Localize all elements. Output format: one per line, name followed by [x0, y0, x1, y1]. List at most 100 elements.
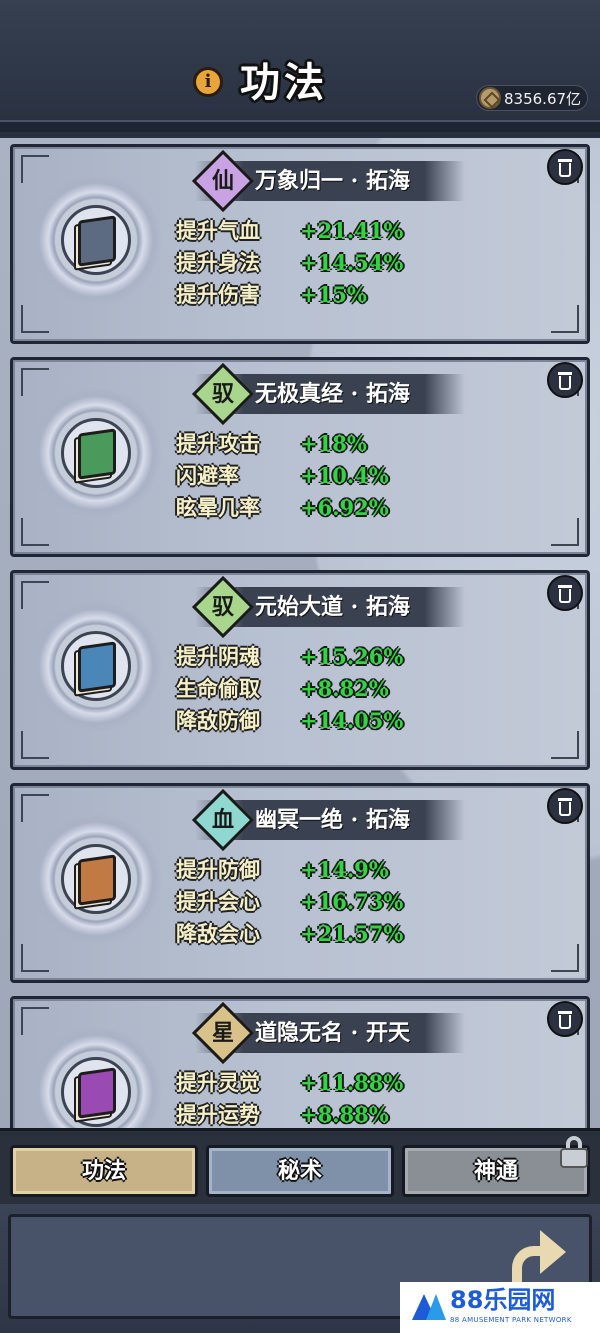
stat-label: 降敌防御 — [176, 708, 260, 733]
stat-value: +21.41% — [300, 218, 404, 243]
skill-list[interactable]: 仙 万象归一 · 拓海 提升气血 +21.41% 提升身法 +14.54% 提升… — [0, 138, 600, 1128]
tier-label: 驭 — [211, 381, 234, 407]
tab-mishu[interactable]: 秘术 — [206, 1145, 394, 1197]
stat-label: 提升身法 — [176, 250, 260, 275]
ornament-corner — [551, 305, 579, 333]
stat-label: 闪避率 — [176, 463, 239, 488]
ornament-corner — [21, 944, 49, 972]
stat-value: +15% — [300, 282, 367, 307]
ornament-corner — [21, 305, 49, 333]
stat-value: +14.9% — [300, 857, 389, 882]
stat-row: 提升会心 +16.73% — [176, 886, 496, 918]
tier-label: 星 — [211, 1020, 234, 1046]
book-icon — [61, 631, 131, 701]
stat-label: 生命偷取 — [176, 676, 260, 701]
stat-label: 提升气血 — [176, 218, 260, 243]
stat-label: 提升运势 — [176, 1102, 260, 1127]
ornament-corner — [551, 731, 579, 759]
watermark-subtext: 88 AMUSEMENT PARK NETWORK — [450, 1316, 572, 1324]
stat-value: +8.82% — [300, 676, 389, 701]
stat-row: 提升阴魂 +15.26% — [176, 641, 496, 673]
stat-row: 提升气血 +21.41% — [176, 215, 496, 247]
ornament-corner — [21, 581, 49, 609]
coin-icon — [479, 87, 501, 109]
stat-label: 提升防御 — [176, 857, 260, 882]
skill-name: 无极真经 · 拓海 — [255, 381, 410, 407]
book-frame — [31, 175, 161, 305]
lock-icon — [560, 1136, 588, 1168]
currency-display: 8356.67亿 — [476, 85, 588, 111]
tier-label: 驭 — [211, 594, 234, 620]
back-arrow-icon[interactable] — [500, 1224, 570, 1290]
ornament-corner — [21, 368, 49, 396]
skill-name: 元始大道 · 拓海 — [255, 594, 410, 620]
stat-value: +16.73% — [300, 889, 404, 914]
page-title: 功法 — [240, 59, 328, 106]
stat-row: 提升灵觉 +11.88% — [176, 1067, 496, 1099]
skill-name: 道隐无名 · 开天 — [255, 1020, 410, 1046]
stat-label: 眩晕几率 — [176, 495, 260, 520]
stat-value: +10.4% — [300, 463, 389, 488]
stat-row: 提升身法 +14.54% — [176, 247, 496, 279]
header: i 功法 8356.67亿 — [0, 0, 600, 138]
tab-gongfa[interactable]: 功法 — [10, 1145, 198, 1197]
ornament-corner — [21, 155, 49, 183]
stat-value: +15.26% — [300, 644, 404, 669]
stat-label: 提升会心 — [176, 889, 260, 914]
skill-name: 万象归一 · 拓海 — [255, 168, 410, 194]
skill-card: 仙 万象归一 · 拓海 提升气血 +21.41% 提升身法 +14.54% 提升… — [10, 144, 590, 344]
trash-icon[interactable] — [547, 362, 583, 398]
stat-value: +8.88% — [300, 1102, 389, 1127]
stat-row: 眩晕几率 +6.92% — [176, 492, 496, 524]
book-frame — [31, 601, 161, 731]
ornament-corner — [551, 944, 579, 972]
stat-value: +18% — [300, 431, 367, 456]
stat-label: 提升阴魂 — [176, 644, 260, 669]
skill-card: 血 幽冥一绝 · 拓海 提升防御 +14.9% 提升会心 +16.73% 降敌会… — [10, 783, 590, 983]
skill-card: 驭 元始大道 · 拓海 提升阴魂 +15.26% 生命偷取 +8.82% 降敌防… — [10, 570, 590, 770]
ornament-corner — [21, 731, 49, 759]
book-frame — [31, 1027, 161, 1128]
stat-value: +14.54% — [300, 250, 404, 275]
tier-label: 血 — [211, 807, 234, 833]
ornament-corner — [21, 794, 49, 822]
tab-bar: 功法 秘术 神通 — [0, 1128, 600, 1204]
tier-label: 仙 — [211, 168, 234, 194]
skill-card: 驭 无极真经 · 拓海 提升攻击 +18% 闪避率 +10.4% 眩晕几率 +6… — [10, 357, 590, 557]
trash-icon[interactable] — [547, 788, 583, 824]
stat-label: 提升灵觉 — [176, 1070, 260, 1095]
stat-value: +6.92% — [300, 495, 389, 520]
skill-card: 星 道隐无名 · 开天 提升灵觉 +11.88% 提升运势 +8.88% — [10, 996, 590, 1128]
stat-row: 提升运势 +8.88% — [176, 1099, 496, 1128]
trash-icon[interactable] — [547, 149, 583, 185]
stat-row: 生命偷取 +8.82% — [176, 673, 496, 705]
book-frame — [31, 388, 161, 518]
skill-name: 幽冥一绝 · 拓海 — [255, 807, 410, 833]
stat-row: 闪避率 +10.4% — [176, 460, 496, 492]
trash-icon[interactable] — [547, 575, 583, 611]
stat-row: 提升攻击 +18% — [176, 428, 496, 460]
stat-row: 降敌会心 +21.57% — [176, 918, 496, 950]
ornament-corner — [21, 1007, 49, 1035]
book-icon — [61, 205, 131, 275]
stat-value: +11.88% — [300, 1070, 404, 1095]
info-icon[interactable]: i — [193, 67, 223, 97]
ornament-corner — [551, 518, 579, 546]
currency-amount: 8356.67亿 — [504, 90, 582, 108]
stat-row: 降敌防御 +14.05% — [176, 705, 496, 737]
stat-label: 提升攻击 — [176, 431, 260, 456]
stat-row: 提升伤害 +15% — [176, 279, 496, 311]
stat-value: +21.57% — [300, 921, 404, 946]
trash-icon[interactable] — [547, 1001, 583, 1037]
watermark-logo-icon — [412, 1292, 446, 1322]
ornament-corner — [21, 518, 49, 546]
book-icon — [61, 844, 131, 914]
book-icon — [61, 418, 131, 488]
stat-label: 降敌会心 — [176, 921, 260, 946]
book-icon — [61, 1057, 131, 1127]
book-frame — [31, 814, 161, 944]
stat-value: +14.05% — [300, 708, 404, 733]
stat-label: 提升伤害 — [176, 282, 260, 307]
watermark: 88乐园网 88 AMUSEMENT PARK NETWORK — [400, 1282, 600, 1333]
watermark-text: 88乐园网 — [450, 1286, 556, 1314]
